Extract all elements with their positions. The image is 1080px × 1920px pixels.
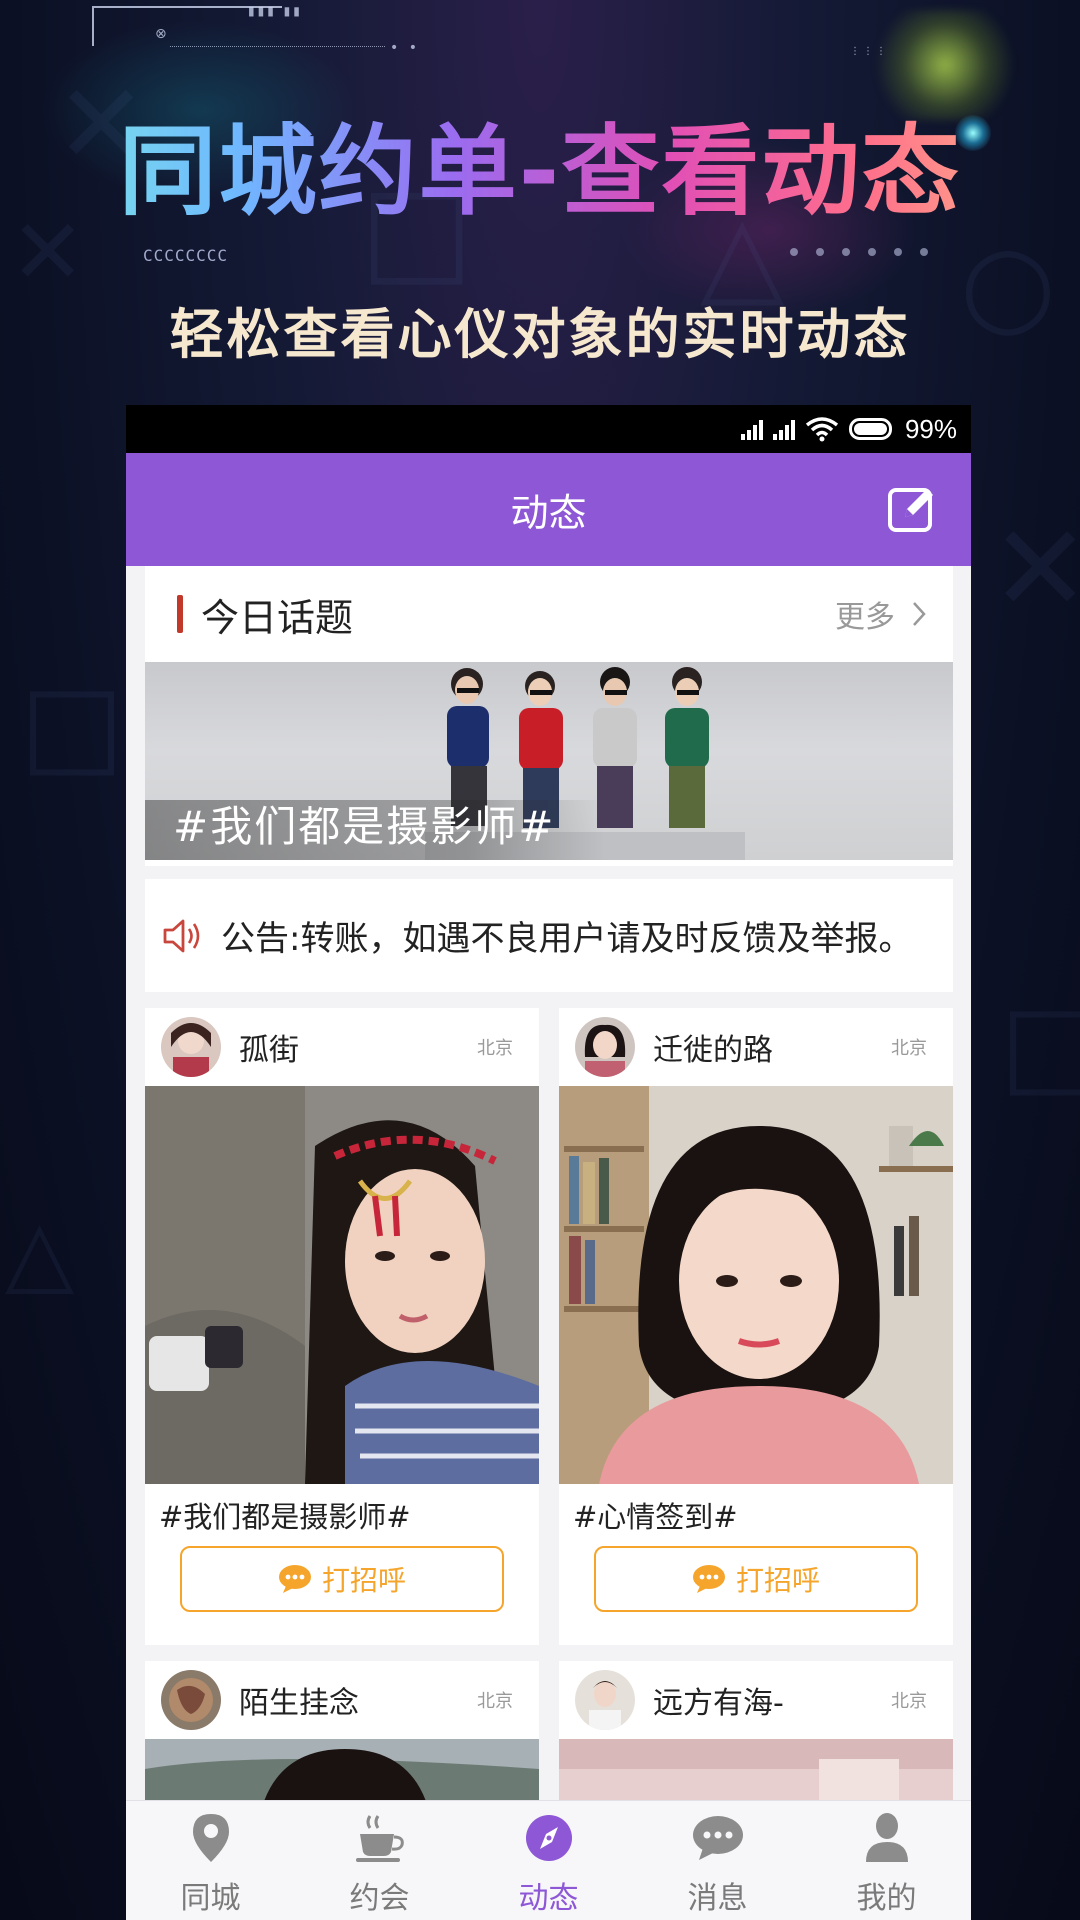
post-header: 远方有海- 北京 [559,1661,953,1739]
post-header: 陌生挂念 北京 [145,1661,539,1739]
today-topic-card: 今日话题 更多 #我们都是摄影师# [145,566,953,866]
post-city: 北京 [891,1038,927,1059]
avatar[interactable] [161,1017,221,1077]
post-header: 孤街 北京 [145,1008,539,1086]
post-city: 北京 [891,1691,927,1712]
feed: 今日话题 更多 #我们都是摄影师# 公告:转账，如遇不良用户请及时反馈及举报。 … [126,566,971,1800]
banner-caption: #我们都是摄影师# [173,802,556,851]
post-card[interactable]: 远方有海- 北京 [559,1661,953,1800]
chat-bubble-icon [278,1565,311,1593]
topic-accent-bar [177,595,183,633]
notice-bar[interactable]: 公告:转账，如遇不良用户请及时反馈及举报。 [145,879,953,992]
topic-header: 今日话题 更多 [145,566,953,662]
notice-text: 公告:转账，如遇不良用户请及时反馈及举报。 [221,919,913,959]
topic-banner[interactable]: #我们都是摄影师# [145,662,953,860]
app-header: 动态 [126,453,971,566]
speaker-icon [163,919,200,952]
nav-tab-profile[interactable]: 我的 [802,1801,971,1920]
nav-label: 约会 [349,1881,410,1916]
promo-subtitle: 轻松查看心仪对象的实时动态 [169,303,911,366]
page-title: 动态 [510,491,587,535]
chat-bubble-icon [691,1811,745,1865]
bottom-nav: 同城 约会 动态 消息 我的 [126,1800,971,1920]
edit-icon[interactable] [885,481,939,535]
post-city: 北京 [477,1038,513,1059]
battery-percent: 99% [904,413,957,444]
avatar[interactable] [575,1017,635,1077]
phone-screen: 99% 动态 今日话题 更多 #我们都是摄影师# 公告:转账，如遇不良用户请及时… [126,405,971,1920]
greet-button[interactable]: 打招呼 [180,1546,504,1612]
battery-icon [848,418,892,440]
nav-label: 动态 [518,1881,579,1916]
nav-label: 我的 [856,1881,917,1916]
post-author-name[interactable]: 陌生挂念 [239,1678,359,1722]
topic-title: 今日话题 [201,595,354,640]
wifi-icon [805,417,839,442]
post-card[interactable]: 孤街 北京 #我们都是摄影师# 打招呼 [145,1008,539,1645]
more-label: 更多 [835,600,895,635]
post-photo[interactable] [559,1086,953,1484]
post-author-name[interactable]: 迁徙的路 [653,1025,773,1069]
nav-tab-moments[interactable]: 动态 [464,1801,633,1920]
nav-tab-tongcheng[interactable]: 同城 [126,1801,295,1920]
promo-code-text: CCCCCCCC [143,246,229,265]
promo-dots [790,248,928,256]
more-link[interactable]: 更多 [835,592,927,636]
post-card[interactable]: 迁徙的路 北京 #心情签到# 打招呼 [559,1008,953,1645]
post-topic-tag[interactable]: #我们都是摄影师# [145,1484,539,1546]
greet-button[interactable]: 打招呼 [594,1546,918,1612]
chevron-right-icon [913,602,926,626]
post-header: 迁徙的路 北京 [559,1008,953,1086]
post-author-name[interactable]: 远方有海- [653,1678,784,1722]
location-pin-icon [184,1811,238,1865]
greet-label: 打招呼 [321,1564,406,1597]
compass-icon [522,1811,576,1865]
person-icon [860,1811,914,1865]
post-photo[interactable] [145,1739,539,1800]
post-city: 北京 [477,1691,513,1712]
greet-label: 打招呼 [735,1564,820,1597]
avatar[interactable] [575,1670,635,1730]
promo-title: 同城约单-查看动态 [0,92,1080,234]
status-bar: 99% [126,405,971,453]
signal-icon [740,418,763,440]
nav-label: 同城 [180,1881,241,1916]
post-photo[interactable] [145,1086,539,1484]
post-card[interactable]: 陌生挂念 北京 [145,1661,539,1800]
post-author-name[interactable]: 孤街 [239,1025,299,1069]
post-photo[interactable] [559,1739,953,1800]
nav-label: 消息 [687,1881,748,1916]
post-topic-tag[interactable]: #心情签到# [559,1484,953,1546]
nav-tab-messages[interactable]: 消息 [633,1801,802,1920]
nav-tab-dating[interactable]: 约会 [295,1801,464,1920]
avatar[interactable] [161,1670,221,1730]
signal-icon-2 [772,418,795,440]
chat-bubble-icon [692,1565,725,1593]
coffee-cup-icon [353,1811,407,1865]
